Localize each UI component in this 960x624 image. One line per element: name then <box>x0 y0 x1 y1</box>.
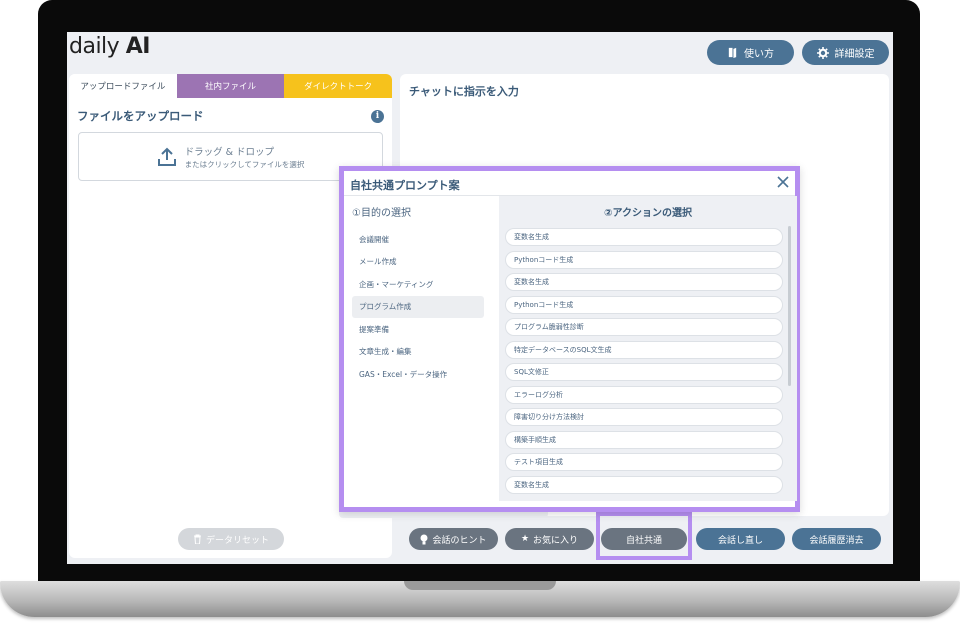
prompt-modal: 自社共通プロンプト案 ①目的の選択 会議開催 メール作成 企画・マーケティング … <box>339 166 800 512</box>
purpose-heading: ①目的の選択 <box>352 208 411 219</box>
action-item[interactable]: テスト項目生成 <box>505 453 783 471</box>
book-icon <box>728 47 737 58</box>
upload-header: ファイルをアップロード i <box>77 108 384 124</box>
app-screen: daily AI 使い方 詳細設定 アップロードファイル 社内ファイル ダイレク… <box>67 32 893 564</box>
info-icon[interactable]: i <box>371 109 384 123</box>
action-column: ②アクションの選択 変数名生成 Pythonコード生成 変数名生成 Python… <box>499 196 797 501</box>
purpose-list: 会議開催 メール作成 企画・マーケティング プログラム作成 提案準備 文章生成・… <box>352 228 484 386</box>
action-item[interactable]: 変数名生成 <box>505 228 783 246</box>
close-icon[interactable] <box>776 175 790 189</box>
file-tabs: アップロードファイル 社内ファイル ダイレクトトーク <box>69 74 392 98</box>
data-reset-button[interactable]: データリセット <box>178 528 284 550</box>
action-heading: ②アクションの選択 <box>604 208 692 219</box>
purpose-item-selected[interactable]: プログラム作成 <box>352 295 484 318</box>
clear-history-button[interactable]: 会話履歴消去 <box>792 528 881 550</box>
settings-button[interactable]: 詳細設定 <box>802 40 889 65</box>
chat-instruction-label: チャットに指示を入力 <box>409 85 519 98</box>
action-item[interactable]: 特定データベースのSQL文生成 <box>505 340 783 359</box>
file-dropzone[interactable]: ドラッグ & ドロップ またはクリックしてファイルを選択 <box>78 132 383 181</box>
action-item[interactable]: 構築手順生成 <box>505 430 783 449</box>
dropzone-sub-text: またはクリックしてファイルを選択 <box>184 159 305 169</box>
tab-internal-file[interactable]: 社内ファイル <box>176 74 285 98</box>
gear-icon <box>816 46 829 59</box>
action-item[interactable]: 障害切り分け方法検討 <box>505 408 783 426</box>
upload-title: ファイルをアップロード <box>77 109 204 123</box>
action-item[interactable]: 変数名生成 <box>505 273 783 291</box>
star-icon: ★ <box>520 534 530 544</box>
action-item[interactable]: プログラム脆弱性診断 <box>505 318 783 336</box>
purpose-item[interactable]: 提案準備 <box>352 318 484 341</box>
purpose-item[interactable]: 文章生成・編集 <box>352 341 484 364</box>
dropzone-main-text: ドラッグ & ドロップ <box>184 146 275 158</box>
action-item[interactable]: Pythonコード生成 <box>505 295 783 314</box>
laptop-notch <box>404 581 556 590</box>
action-scrollbar[interactable] <box>788 226 791 386</box>
conversation-hint-button[interactable]: 会話のヒント <box>409 528 498 550</box>
purpose-item[interactable]: メール作成 <box>352 251 484 274</box>
action-list: 変数名生成 Pythonコード生成 変数名生成 Pythonコード生成 プログラ… <box>505 228 783 498</box>
tab-upload-file[interactable]: アップロードファイル <box>69 74 177 98</box>
purpose-item[interactable]: 企画・マーケティング <box>352 273 484 296</box>
app-logo: daily AI <box>69 34 150 59</box>
action-item[interactable]: Pythonコード生成 <box>505 250 783 269</box>
tab-direct-talk[interactable]: ダイレクトトーク <box>284 74 392 98</box>
purpose-item[interactable]: 会議開催 <box>352 228 484 251</box>
lightbulb-icon <box>420 534 428 544</box>
modal-title: 自社共通プロンプト案 <box>350 179 460 192</box>
action-item[interactable]: SQL文修正 <box>505 363 783 381</box>
trash-icon <box>193 534 201 544</box>
usage-button[interactable]: 使い方 <box>707 40 794 65</box>
retry-conversation-button[interactable]: 会話し直し <box>696 528 785 550</box>
action-item[interactable]: エラーログ分析 <box>505 385 783 404</box>
purpose-item[interactable]: GAS・Excel・データ操作 <box>352 363 484 386</box>
upload-icon <box>157 147 176 166</box>
highlight-box <box>596 512 692 560</box>
action-item[interactable]: 変数名生成 <box>505 475 783 494</box>
favorites-button[interactable]: ★ お気に入り <box>505 528 594 550</box>
